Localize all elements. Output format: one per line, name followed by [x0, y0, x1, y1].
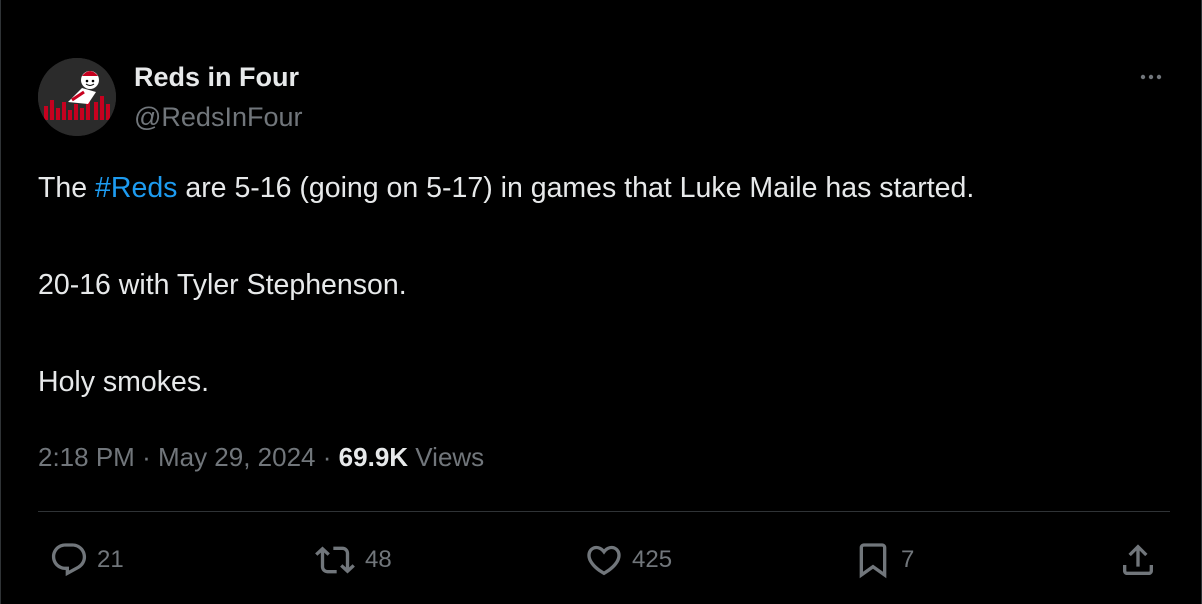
bookmark-icon: [859, 543, 887, 579]
like-count: 425: [632, 546, 673, 573]
hashtag-link[interactable]: #Reds: [95, 172, 177, 204]
bookmark-count: 7: [901, 546, 915, 573]
meta-separator: ·: [322, 442, 332, 472]
share-button[interactable]: [1118, 538, 1158, 582]
author-display-name[interactable]: Reds in Four: [134, 62, 299, 93]
avatar[interactable]: [38, 58, 116, 136]
reply-count: 21: [97, 546, 124, 573]
tweet-text-line: The #Reds are 5-16 (going on 5-17) in ga…: [38, 170, 974, 206]
bookmark-button[interactable]: 7: [853, 538, 914, 582]
tweet-date[interactable]: May 29, 2024: [158, 442, 316, 472]
divider: [38, 511, 1170, 512]
tweet-text-segment: The: [38, 172, 96, 204]
reply-icon: [51, 543, 87, 577]
repost-count: 48: [365, 546, 392, 573]
repost-icon: [315, 546, 355, 574]
tweet-text-line: 20-16 with Tyler Stephenson.: [38, 269, 407, 301]
views-count: 69.9K: [338, 442, 409, 472]
views-label: Views: [415, 442, 485, 472]
like-button[interactable]: 425: [584, 538, 672, 582]
tweet-text-line: Holy smokes.: [38, 366, 210, 398]
author-handle[interactable]: @RedsInFour: [134, 102, 302, 133]
tweet-card: Reds in Four @RedsInFour The #Reds are 5…: [0, 0, 1202, 604]
share-icon: [1123, 544, 1153, 575]
reds-mascot-logo-icon: [38, 58, 116, 136]
tweet-text-segment: are 5-16 (going on 5-17) in games that L…: [177, 172, 975, 204]
heart-icon: [587, 545, 621, 576]
repost-button[interactable]: 48: [313, 538, 392, 582]
more-options-button[interactable]: [1131, 62, 1171, 92]
reply-button[interactable]: 21: [49, 538, 124, 582]
more-options-icon: [1140, 74, 1162, 80]
tweet-meta: 2:18 PM · May 29, 2024 · 69.9K Views: [38, 442, 484, 473]
tweet-time[interactable]: 2:18 PM: [38, 442, 135, 472]
meta-separator: ·: [142, 442, 151, 472]
